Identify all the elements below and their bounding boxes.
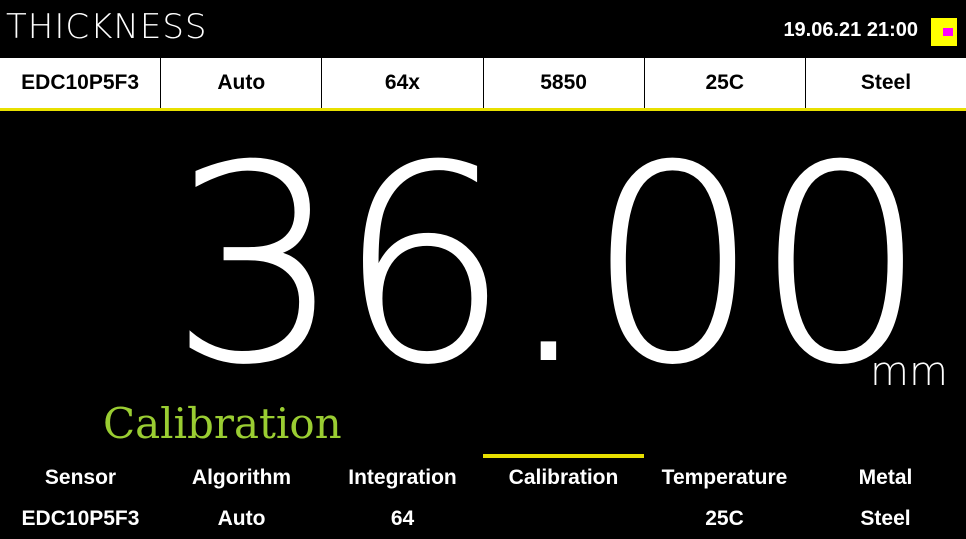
thickness-reading: 36.00 (169, 108, 928, 423)
measurement-display: 36.00 mm Calibration (0, 111, 966, 454)
header: THICKNESS 19.06.21 21:00 (0, 0, 966, 58)
menu-item-temperature[interactable]: Temperature 25C (644, 454, 805, 539)
menu-label: Calibration (508, 466, 619, 489)
menu-item-metal[interactable]: Metal Steel (805, 454, 966, 539)
status-bar: EDC10P5F3 Auto 64x 5850 25C Steel (0, 58, 966, 111)
status-velocity: 5850 (484, 58, 645, 108)
status-integration: 64x (322, 58, 484, 108)
page-title: THICKNESS (6, 7, 208, 47)
menu-item-calibration[interactable]: Calibration (483, 454, 644, 539)
menu-item-sensor[interactable]: Sensor EDC10P5F3 (0, 454, 161, 539)
menu-label: Algorithm (191, 466, 292, 489)
menu-label: Integration (348, 466, 457, 489)
status-algorithm: Auto (161, 58, 323, 108)
menu-label: Metal (858, 466, 913, 489)
menu-value: Steel (860, 507, 911, 530)
bottom-menu: Sensor EDC10P5F3 Algorithm Auto Integrat… (0, 454, 966, 539)
menu-value: Auto (217, 507, 266, 530)
menu-item-integration[interactable]: Integration 64 (322, 454, 483, 539)
menu-value: 64 (390, 507, 415, 530)
status-sensor: EDC10P5F3 (0, 58, 162, 108)
indicator-dot (943, 28, 953, 36)
datetime: 19.06.21 21:00 (783, 19, 918, 41)
status-metal: Steel (860, 71, 912, 94)
menu-value: EDC10P5F3 (21, 507, 140, 530)
menu-label: Temperature (661, 466, 788, 489)
status-indicator-icon (931, 18, 957, 46)
status-temperature: 25C (645, 58, 806, 108)
mode-label: Calibration (103, 399, 342, 448)
reading-unit: mm (870, 349, 948, 395)
menu-label: Sensor (44, 466, 117, 489)
menu-item-algorithm[interactable]: Algorithm Auto (161, 454, 322, 539)
menu-value: 25C (705, 507, 744, 530)
